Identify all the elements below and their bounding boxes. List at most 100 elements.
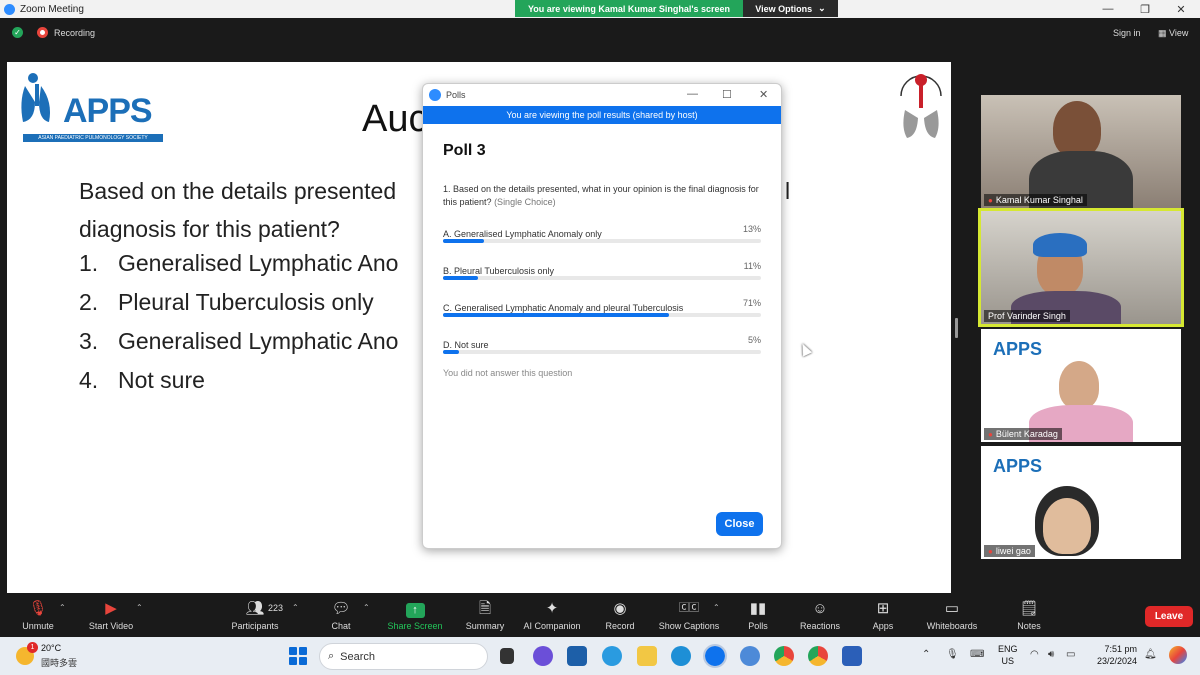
- slide-option-text: Pleural Tuberculosis only: [118, 289, 374, 315]
- summary-icon: 🗎: [478, 600, 492, 617]
- battery-icon[interactable]: ▭: [1066, 649, 1075, 660]
- maximize-button[interactable]: ❐: [1127, 0, 1163, 18]
- summary-button[interactable]: 🗎 Summary: [450, 599, 520, 631]
- chrome-icon[interactable]: [774, 646, 794, 666]
- poll-answer-note: You did not answer this question: [443, 368, 573, 378]
- apps-logo: APPS ASIAN PAEDIATRIC PULMONOLOGY SOCIET…: [15, 70, 163, 142]
- participant-tile[interactable]: ● Kamal Kumar Singhal: [981, 95, 1181, 208]
- leave-button[interactable]: Leave: [1145, 606, 1193, 627]
- share-screen-button[interactable]: ↑ Share Screen: [380, 599, 450, 631]
- sparkle-icon: ✦: [545, 600, 559, 617]
- whiteboards-button[interactable]: ▭ Whiteboards: [917, 599, 987, 631]
- volume-icon[interactable]: 🔊︎: [1048, 649, 1054, 660]
- panel-resize-handle[interactable]: [955, 318, 958, 338]
- close-window-button[interactable]: ✕: [1163, 0, 1199, 18]
- slide-option-number: 1.: [79, 250, 99, 276]
- chrome-icon[interactable]: [808, 646, 828, 666]
- grid-icon: ▦: [1158, 28, 1170, 38]
- summary-label: Summary: [465, 621, 505, 631]
- keyboard-icon[interactable]: ⌨: [970, 649, 984, 660]
- input-language[interactable]: ENG US: [998, 643, 1018, 667]
- record-button[interactable]: ◉ Record: [585, 599, 655, 631]
- meeting-top-bar: ✓ Recording Sign in ▦ View: [0, 18, 1200, 48]
- share-screen-label: Share Screen: [387, 621, 443, 631]
- slide-option-text: Generalised Lymphatic Ano: [118, 250, 399, 276]
- edge-icon[interactable]: [671, 646, 691, 666]
- copilot-icon[interactable]: [533, 646, 553, 666]
- notes-icon: 🗒︎: [1019, 600, 1039, 617]
- poll-option-result: B. Pleural Tuberculosis only 11%: [443, 261, 761, 285]
- slide-option-text: Generalised Lymphatic Ano: [118, 328, 399, 354]
- chevron-up-icon[interactable]: ⌃: [713, 603, 720, 612]
- view-options-button[interactable]: View Options ⌄: [743, 0, 838, 17]
- apps-button[interactable]: ⊞ Apps: [848, 599, 918, 631]
- zoom-taskbar-icon[interactable]: [703, 644, 727, 668]
- polls-label: Polls: [748, 621, 768, 631]
- wifi-icon[interactable]: ◠: [1030, 649, 1039, 660]
- minimize-button[interactable]: —: [1090, 0, 1126, 18]
- notification-bell-icon[interactable]: 🔔︎: [1144, 649, 1157, 660]
- apps-logo-text: APPS: [63, 92, 153, 130]
- poll-option-percent: 13%: [742, 224, 761, 234]
- slide-question: Based on the details presented l diagnosi…: [79, 172, 790, 248]
- security-shield-icon[interactable]: ✓: [12, 27, 23, 38]
- zoom-logo-icon: [429, 89, 441, 101]
- windows-start-icon[interactable]: [289, 647, 307, 665]
- chevron-up-icon[interactable]: ⌃: [136, 603, 143, 612]
- file-explorer-icon[interactable]: [637, 646, 657, 666]
- taskbar-search-box[interactable]: ⌕ Search: [319, 643, 488, 670]
- search-icon: ⌕: [328, 650, 335, 662]
- chevron-up-icon[interactable]: ⌃: [363, 603, 370, 612]
- participant-turban: [1033, 233, 1087, 257]
- reactions-button[interactable]: ☺ Reactions: [785, 599, 855, 631]
- chevron-up-icon[interactable]: ⌃: [922, 649, 930, 660]
- app-icon[interactable]: [740, 646, 760, 666]
- minimize-icon[interactable]: —: [687, 88, 698, 100]
- weather-temperature[interactable]: 20°C: [41, 643, 61, 653]
- slide-question-line1-tail: l: [785, 178, 791, 204]
- poll-option-bar-track: [443, 276, 761, 280]
- poll-option-bar-track: [443, 239, 761, 243]
- view-button[interactable]: ▦ View: [1158, 28, 1188, 39]
- chevron-up-icon[interactable]: ⌃: [59, 603, 66, 612]
- ai-companion-button[interactable]: ✦ AI Companion: [517, 599, 587, 631]
- chevron-down-icon: ⌄: [818, 3, 826, 13]
- apps-logo-tagline: ASIAN PAEDIATRIC PULMONOLOGY SOCIETY: [23, 134, 163, 142]
- edge-beta-icon[interactable]: [602, 646, 622, 666]
- poll-option-percent: 71%: [742, 298, 761, 308]
- polls-dialog: Polls — ☐ ✕ You are viewing the poll res…: [422, 83, 782, 549]
- notes-button[interactable]: 🗒︎ Notes: [994, 599, 1064, 631]
- participant-name-tag: Prof Varinder Singh: [984, 310, 1070, 322]
- ai-companion-label: AI Companion: [523, 621, 581, 631]
- microphone-icon[interactable]: 🎙︎: [946, 649, 959, 660]
- weather-description[interactable]: 國時多雲: [41, 656, 77, 669]
- window-title: Zoom Meeting: [20, 3, 84, 15]
- view-label: View: [1169, 28, 1189, 38]
- poll-option-bar-fill: [443, 276, 478, 280]
- store-icon[interactable]: [567, 646, 587, 666]
- recording-label: Recording: [54, 28, 96, 38]
- user-avatar[interactable]: [1169, 646, 1187, 664]
- poll-title: Poll 3: [443, 142, 486, 159]
- participant-name: Prof Varinder Singh: [988, 311, 1066, 321]
- slide-option-number: 2.: [79, 289, 99, 315]
- chevron-up-icon[interactable]: ⌃: [292, 603, 299, 612]
- participant-tile[interactable]: APPS ● Bülent Karadag: [981, 329, 1181, 442]
- word-icon[interactable]: [842, 646, 862, 666]
- screen-share-banner: You are viewing Kamal Kumar Singhal's sc…: [515, 0, 743, 17]
- unmute-label: Unmute: [22, 621, 54, 631]
- notes-label: Notes: [1017, 621, 1041, 631]
- participants-label: Participants: [231, 621, 279, 631]
- maximize-icon[interactable]: ☐: [722, 88, 732, 101]
- close-icon[interactable]: ✕: [759, 88, 768, 101]
- poll-close-button[interactable]: Close: [716, 512, 763, 536]
- polls-icon: ▮▮: [749, 600, 767, 617]
- sign-in-link[interactable]: Sign in: [1113, 28, 1141, 38]
- polls-button[interactable]: ▮▮ Polls: [723, 599, 793, 631]
- participant-tile[interactable]: APPS ● liwei gao: [981, 446, 1181, 559]
- task-view-icon[interactable]: [500, 648, 514, 664]
- participant-video: [1043, 498, 1091, 554]
- apps-icon: ⊞: [876, 600, 890, 617]
- taskbar-clock[interactable]: 7:51 pm 23/2/2024: [1093, 643, 1137, 667]
- participant-tile-active-speaker[interactable]: Prof Varinder Singh: [978, 208, 1184, 327]
